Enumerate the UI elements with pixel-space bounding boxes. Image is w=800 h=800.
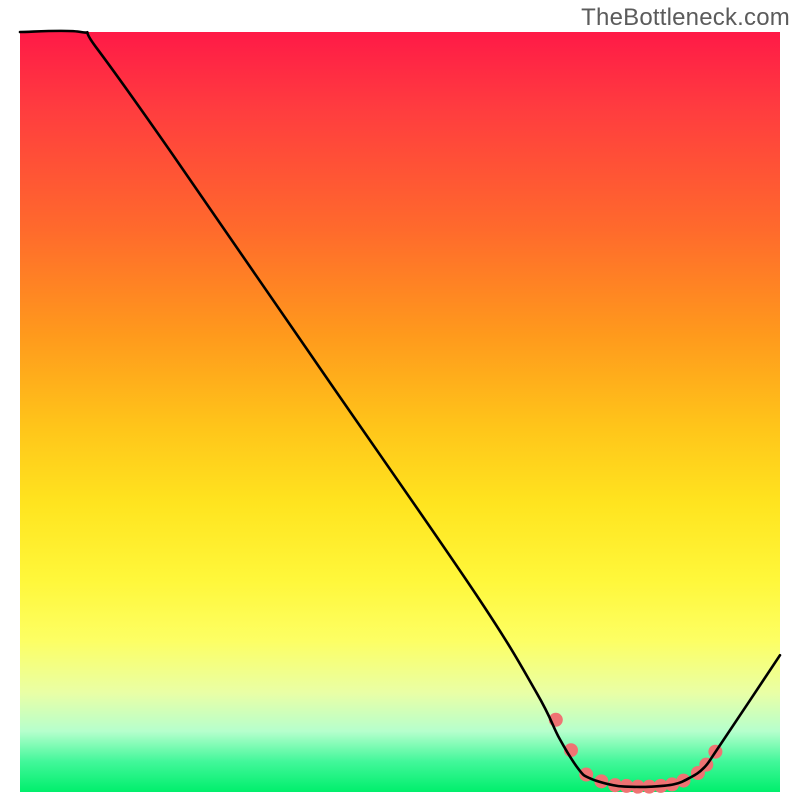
plot-area (20, 32, 780, 792)
bottleneck-curve (20, 31, 780, 787)
watermark-text: TheBottleneck.com (581, 4, 790, 32)
highlight-dots-group (549, 713, 723, 794)
chart-frame: TheBottleneck.com (0, 0, 800, 800)
chart-svg (20, 32, 780, 792)
